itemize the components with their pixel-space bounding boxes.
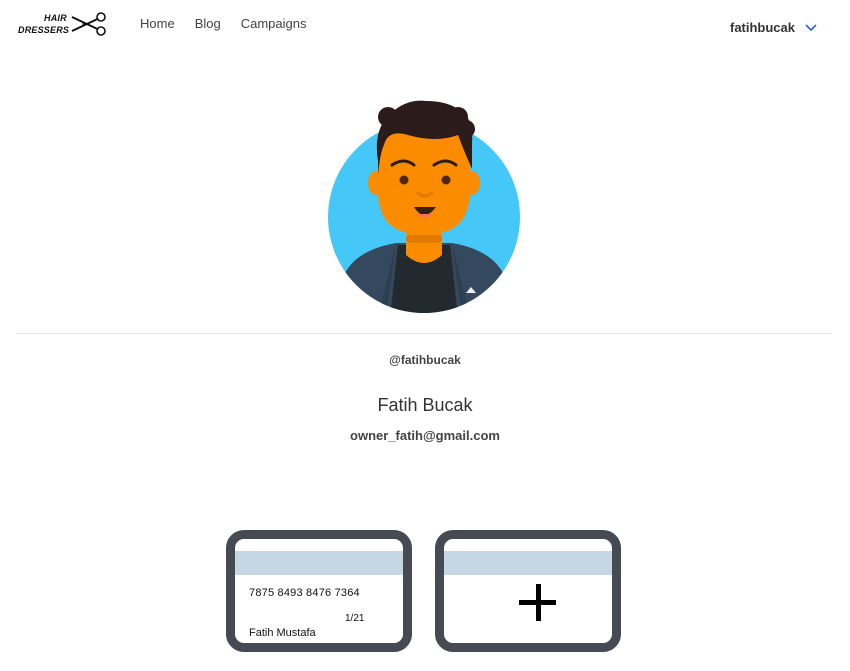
card-number: 7875 8493 8476 7364 [249,587,360,599]
scissors-icon [71,12,106,36]
saved-card[interactable]: 7875 8493 8476 7364 1/21 Fatih Mustafa [226,530,412,652]
profile-full-name: Fatih Bucak [377,395,473,415]
add-card-button[interactable] [435,530,621,652]
user-menu[interactable]: fatihbucak [730,20,817,35]
profile-email: owner_fatih@gmail.com [350,428,500,443]
user-avatar-icon [328,100,520,313]
brand-line-2: DRESSERS [18,25,70,35]
chevron-down-icon [805,24,817,31]
card-holder: Fatih Mustafa [249,627,316,639]
card-stripe [444,551,612,575]
user-menu-username: fatihbucak [729,20,795,35]
card-expiry: 1/21 [345,613,365,624]
plus-icon [517,582,559,624]
section-divider [16,333,832,334]
card-stripe [235,551,403,575]
brand-logo[interactable]: HAIR DRESSERS [18,10,110,38]
brand-line-1: HAIR [44,13,67,23]
nav-campaigns[interactable]: Campaigns [241,16,307,31]
profile-handle: @fatihbucak [389,353,461,367]
nav-home[interactable]: Home [140,16,175,31]
main-nav: Home Blog Campaigns [140,16,306,31]
profile-page: HAIR DRESSERS Home Blog Campaigns fatihb… [0,0,850,671]
nav-blog[interactable]: Blog [195,16,221,31]
